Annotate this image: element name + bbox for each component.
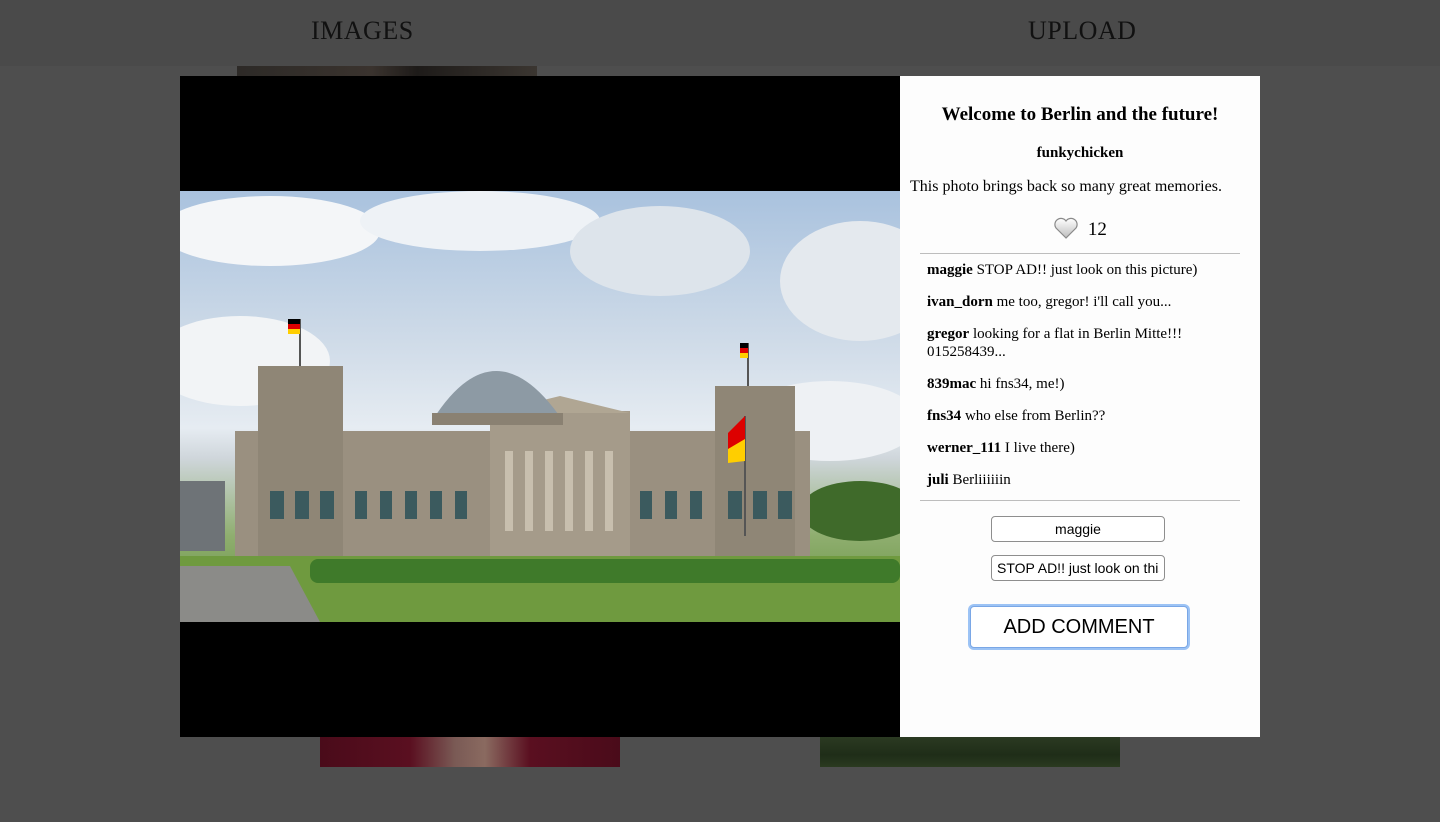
photo-title: Welcome to Berlin and the future! bbox=[941, 104, 1219, 125]
nav-upload-link[interactable]: UPLOAD bbox=[1028, 16, 1136, 46]
comment-text: hi fns34, me!) bbox=[979, 376, 1065, 392]
comment-text: Berliiiiiin bbox=[952, 472, 1011, 488]
comment-user: juli bbox=[927, 472, 949, 488]
comment-item: fns34 who else from Berlin?? bbox=[927, 407, 1227, 425]
comments-list: maggie STOP AD!! just look on this pictu… bbox=[927, 261, 1227, 503]
heart-icon[interactable] bbox=[1053, 217, 1088, 240]
likes-count: 12 bbox=[1087, 219, 1107, 240]
add-comment-button[interactable]: ADD COMMENT bbox=[970, 606, 1188, 648]
photo-author: funkychicken bbox=[1036, 145, 1124, 161]
username-input[interactable] bbox=[991, 516, 1165, 542]
nav-images-link[interactable]: IMAGES bbox=[311, 16, 414, 46]
likes-row: 12 bbox=[900, 217, 1260, 241]
gallery-thumbnail[interactable] bbox=[320, 737, 620, 767]
comment-user: werner_111 bbox=[927, 440, 1002, 456]
photo-description: This photo brings back so many great mem… bbox=[910, 178, 1222, 195]
top-navigation: IMAGES UPLOAD bbox=[0, 0, 1440, 66]
divider bbox=[920, 253, 1240, 254]
modal-photo-area bbox=[180, 76, 900, 737]
comment-text: STOP AD!! just look on this picture) bbox=[976, 262, 1198, 278]
comment-item: werner_111 I live there) bbox=[927, 439, 1227, 457]
comment-text: me too, gregor! i'll call you... bbox=[996, 294, 1172, 310]
reichstag-photo bbox=[180, 191, 900, 622]
comment-user: 839mac bbox=[927, 376, 977, 392]
comment-item: ivan_dorn me too, gregor! i'll call you.… bbox=[927, 293, 1227, 311]
photo-details-panel: Welcome to Berlin and the future! funkyc… bbox=[900, 76, 1260, 737]
comment-text: who else from Berlin?? bbox=[964, 408, 1106, 424]
gallery-thumbnail[interactable] bbox=[820, 737, 1120, 767]
comment-user: ivan_dorn bbox=[927, 294, 993, 310]
comment-text: I live there) bbox=[1004, 440, 1075, 456]
photo-illustration bbox=[180, 191, 900, 622]
comment-item: 839mac hi fns34, me!) bbox=[927, 375, 1227, 393]
comment-item: maggie STOP AD!! just look on this pictu… bbox=[927, 261, 1227, 279]
comment-item: gregor looking for a flat in Berlin Mitt… bbox=[927, 325, 1227, 361]
comment-user: fns34 bbox=[927, 408, 962, 424]
comment-user: maggie bbox=[927, 262, 973, 278]
comment-input[interactable] bbox=[991, 555, 1165, 581]
comment-user: gregor bbox=[927, 326, 970, 342]
comment-item: juli Berliiiiiin bbox=[927, 471, 1227, 489]
divider bbox=[920, 500, 1240, 501]
